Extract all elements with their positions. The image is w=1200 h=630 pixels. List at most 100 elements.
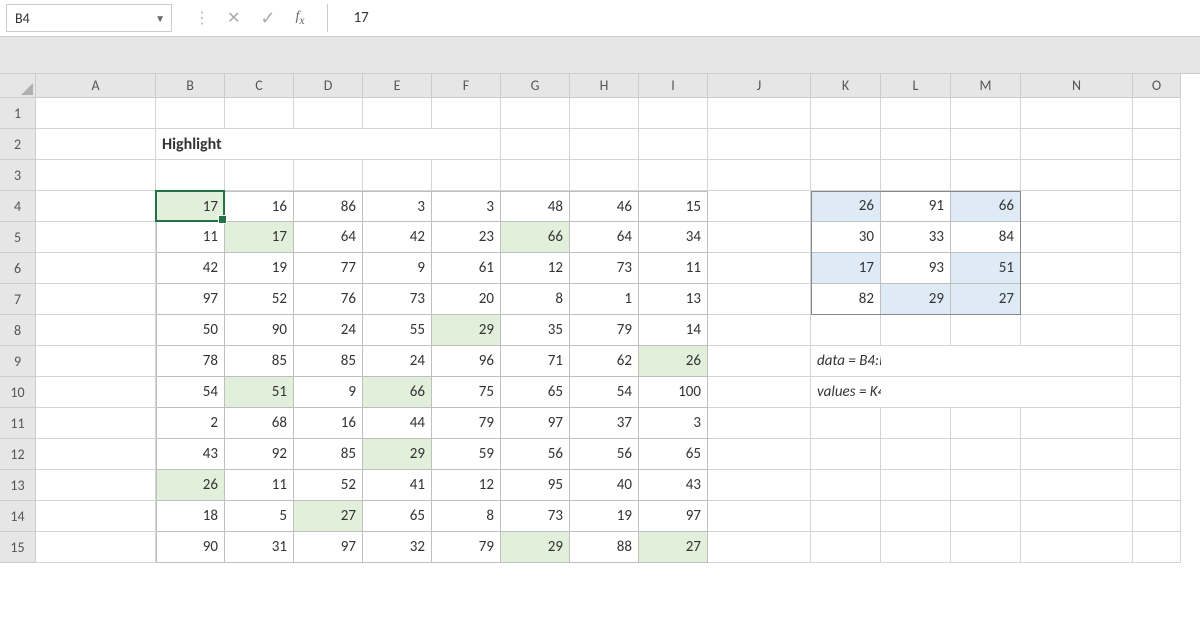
cell[interactable]: 3	[363, 191, 432, 222]
cell[interactable]	[881, 377, 951, 408]
cell[interactable]	[36, 532, 156, 563]
cell[interactable]: 61	[432, 253, 501, 284]
cell[interactable]	[156, 98, 225, 129]
cell[interactable]: 12	[501, 253, 570, 284]
cell[interactable]	[1133, 377, 1181, 408]
cell[interactable]: 44	[363, 408, 432, 439]
cell[interactable]	[1021, 501, 1133, 532]
cell[interactable]: 86	[294, 191, 363, 222]
cell[interactable]: 3	[432, 191, 501, 222]
cell[interactable]	[881, 532, 951, 563]
cell[interactable]: 90	[225, 315, 294, 346]
cell[interactable]	[811, 160, 881, 191]
cell[interactable]	[1021, 346, 1133, 377]
cell[interactable]: 43	[639, 470, 708, 501]
cell[interactable]: 30	[811, 222, 881, 253]
cell[interactable]: 50	[156, 315, 225, 346]
cell[interactable]: 32	[363, 532, 432, 563]
cell[interactable]: 5	[225, 501, 294, 532]
cell[interactable]	[951, 408, 1021, 439]
enter-check-icon[interactable]: ✓	[260, 7, 275, 29]
cell[interactable]	[811, 129, 881, 160]
cell[interactable]: 17	[225, 222, 294, 253]
cell[interactable]	[363, 129, 432, 160]
cell[interactable]: 66	[501, 222, 570, 253]
row-header[interactable]: 15	[0, 532, 36, 563]
cell[interactable]	[225, 160, 294, 191]
cell[interactable]: 48	[501, 191, 570, 222]
cell[interactable]: 51	[951, 253, 1021, 284]
cell[interactable]	[501, 160, 570, 191]
cell[interactable]	[432, 98, 501, 129]
cell[interactable]	[881, 346, 951, 377]
cell[interactable]	[501, 129, 570, 160]
cell[interactable]: 84	[951, 222, 1021, 253]
cell[interactable]	[951, 439, 1021, 470]
col-header[interactable]: H	[570, 74, 639, 98]
cell[interactable]: 65	[363, 501, 432, 532]
cell[interactable]	[570, 98, 639, 129]
cell[interactable]	[708, 315, 811, 346]
cell[interactable]	[1133, 408, 1181, 439]
cell[interactable]	[951, 315, 1021, 346]
cell[interactable]: 77	[294, 253, 363, 284]
row-header[interactable]: 2	[0, 129, 36, 160]
cell[interactable]: 19	[570, 501, 639, 532]
cell[interactable]	[1021, 470, 1133, 501]
cell[interactable]	[708, 284, 811, 315]
cell[interactable]: 79	[432, 532, 501, 563]
col-header[interactable]: J	[708, 74, 811, 98]
cell[interactable]: 100	[639, 377, 708, 408]
cell[interactable]: 73	[570, 253, 639, 284]
cell[interactable]: 90	[156, 532, 225, 563]
cell[interactable]	[811, 439, 881, 470]
cell[interactable]: 26	[639, 346, 708, 377]
cell[interactable]	[708, 160, 811, 191]
cell[interactable]: 29	[501, 532, 570, 563]
cell[interactable]	[708, 408, 811, 439]
cell[interactable]	[570, 129, 639, 160]
cell[interactable]: 24	[294, 315, 363, 346]
cell[interactable]: 2	[156, 408, 225, 439]
note-values-range[interactable]: values = K4:M7	[811, 377, 881, 408]
cell[interactable]	[708, 377, 811, 408]
cell[interactable]	[36, 222, 156, 253]
cell[interactable]	[36, 284, 156, 315]
cell[interactable]: 88	[570, 532, 639, 563]
cell[interactable]: 75	[432, 377, 501, 408]
row-header[interactable]: 7	[0, 284, 36, 315]
cell[interactable]	[1133, 315, 1181, 346]
cell[interactable]	[951, 98, 1021, 129]
cell[interactable]	[1021, 98, 1133, 129]
cell[interactable]	[881, 315, 951, 346]
cell[interactable]	[951, 470, 1021, 501]
cell[interactable]: 73	[363, 284, 432, 315]
cell[interactable]: 97	[501, 408, 570, 439]
col-header[interactable]: B	[156, 74, 225, 98]
cell[interactable]	[811, 501, 881, 532]
col-header[interactable]: L	[881, 74, 951, 98]
cell[interactable]: 59	[432, 439, 501, 470]
cell[interactable]: 97	[639, 501, 708, 532]
cell[interactable]	[708, 470, 811, 501]
col-header[interactable]: O	[1133, 74, 1181, 98]
cell[interactable]	[708, 439, 811, 470]
note-data-range[interactable]: data = B4:I15	[811, 346, 881, 377]
cell[interactable]: 15	[639, 191, 708, 222]
cell[interactable]	[881, 501, 951, 532]
cell[interactable]: 11	[225, 470, 294, 501]
cell[interactable]: 46	[570, 191, 639, 222]
cell[interactable]	[1133, 160, 1181, 191]
cell[interactable]	[363, 98, 432, 129]
cell[interactable]: 66	[951, 191, 1021, 222]
col-header[interactable]: K	[811, 74, 881, 98]
cell[interactable]: 64	[570, 222, 639, 253]
cell[interactable]: 27	[294, 501, 363, 532]
cell[interactable]	[1133, 129, 1181, 160]
cell[interactable]	[1021, 191, 1133, 222]
cell[interactable]: 68	[225, 408, 294, 439]
col-header[interactable]: E	[363, 74, 432, 98]
cell[interactable]	[811, 408, 881, 439]
cell[interactable]	[708, 98, 811, 129]
cell[interactable]	[156, 160, 225, 191]
